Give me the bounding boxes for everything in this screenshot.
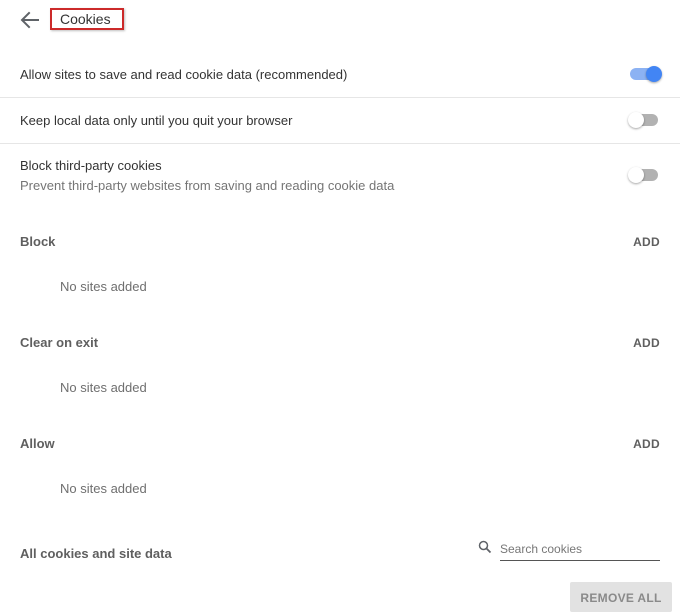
allow-cookies-label: Allow sites to save and read cookie data…: [20, 67, 348, 82]
clear-on-exit-section-title: Clear on exit: [20, 335, 99, 350]
keep-local-data-label: Keep local data only until you quit your…: [20, 113, 293, 128]
divider: [0, 143, 680, 144]
allow-empty-text: No sites added: [60, 481, 147, 496]
block-third-party-description: Prevent third-party websites from saving…: [20, 178, 395, 193]
allow-section-title: Allow: [20, 436, 55, 451]
block-section-title: Block: [20, 234, 56, 249]
all-cookies-title: All cookies and site data: [20, 546, 172, 561]
block-add-button[interactable]: ADD: [633, 235, 660, 249]
keep-local-data-toggle[interactable]: [626, 110, 662, 130]
allow-cookies-toggle[interactable]: [626, 64, 662, 84]
search-icon: [478, 540, 492, 554]
search-cookies-input[interactable]: [500, 537, 660, 561]
allow-add-button[interactable]: ADD: [633, 437, 660, 451]
block-third-party-toggle[interactable]: [626, 165, 662, 185]
back-button[interactable]: [14, 6, 46, 34]
arrow-left-icon: [14, 6, 46, 34]
divider: [0, 97, 680, 98]
clear-on-exit-empty-text: No sites added: [60, 380, 147, 395]
clear-on-exit-add-button[interactable]: ADD: [633, 336, 660, 350]
block-third-party-label: Block third-party cookies: [20, 158, 162, 173]
page-title: Cookies: [60, 11, 111, 27]
block-empty-text: No sites added: [60, 279, 147, 294]
